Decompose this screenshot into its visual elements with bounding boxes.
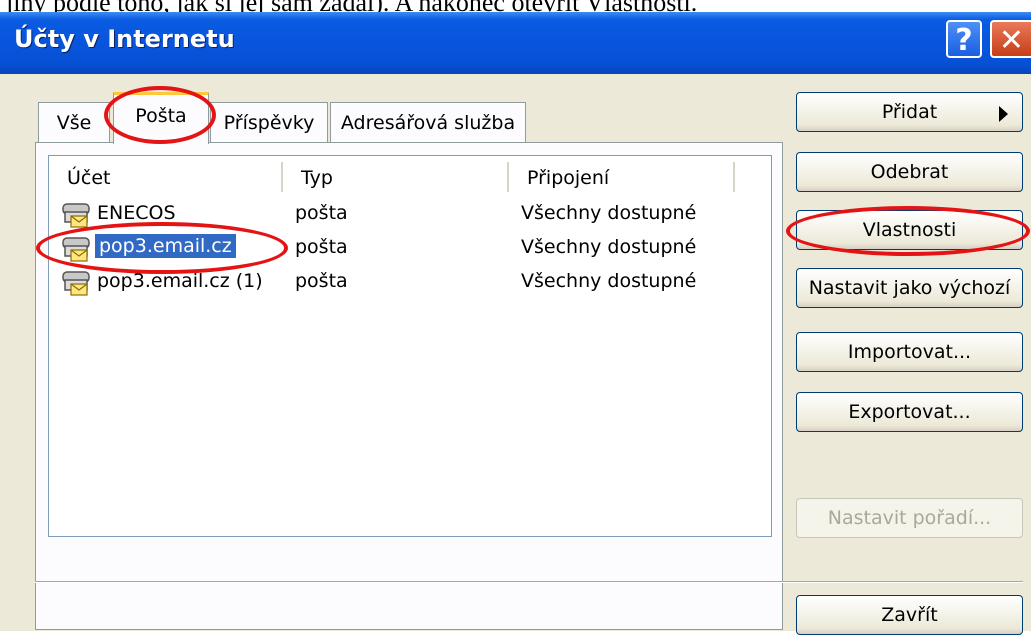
column-header-type[interactable]: Typ: [283, 156, 508, 196]
account-name: ENECOS: [97, 202, 176, 224]
account-name: pop3.email.cz (1): [97, 270, 263, 292]
account-type: pošta: [295, 236, 348, 258]
window-title: Účty v Internetu: [14, 25, 235, 53]
title-bar[interactable]: Účty v Internetu ? ✕: [0, 12, 1031, 74]
table-row[interactable]: pop3.email.cz (1) pošta Všechny dostupné: [49, 266, 769, 300]
add-button[interactable]: Přidat: [796, 92, 1023, 132]
import-button[interactable]: Importovat...: [796, 332, 1023, 372]
account-name-selected: pop3.email.cz: [95, 234, 236, 258]
accounts-list[interactable]: Účet Typ Připojení ENECOS pošta Všechny …: [48, 155, 772, 537]
mail-account-icon: [62, 237, 90, 262]
tab-mail[interactable]: Pošta: [113, 92, 209, 144]
set-default-button[interactable]: Nastavit jako výchozí: [796, 268, 1023, 308]
mail-account-icon: [62, 203, 90, 228]
add-button-label: Přidat: [881, 101, 938, 123]
column-header-connection[interactable]: Připojení: [509, 156, 734, 196]
remove-button[interactable]: Odebrat: [796, 152, 1023, 192]
account-type: pošta: [295, 270, 348, 292]
account-connection: Všechny dostupné: [521, 202, 697, 224]
table-row[interactable]: pop3.email.cz pošta Všechny dostupné: [49, 232, 769, 266]
close-window-button[interactable]: ✕: [990, 20, 1031, 58]
submenu-arrow-icon: [999, 106, 1008, 122]
mail-account-icon: [62, 271, 90, 296]
close-button[interactable]: Zavřít: [796, 595, 1023, 635]
table-row[interactable]: ENECOS pošta Všechny dostupné: [49, 198, 769, 232]
tab-directory-service[interactable]: Adresářová služba: [330, 102, 526, 142]
properties-button[interactable]: Vlastnosti: [796, 210, 1023, 250]
accounts-dialog: Účty v Internetu ? ✕ Vše Pošta Příspěvky…: [0, 12, 1031, 635]
divider: [35, 581, 1023, 583]
export-button[interactable]: Exportovat...: [796, 392, 1023, 432]
column-header-account[interactable]: Účet: [49, 156, 284, 196]
account-type: pošta: [295, 202, 348, 224]
account-connection: Všechny dostupné: [521, 236, 697, 258]
account-connection: Všechny dostupné: [521, 270, 697, 292]
tab-all[interactable]: Vše: [38, 102, 110, 142]
tab-news[interactable]: Příspěvky: [210, 102, 328, 142]
set-order-button[interactable]: Nastavit pořadí...: [796, 498, 1023, 538]
column-separator[interactable]: [733, 162, 735, 192]
help-button[interactable]: ?: [946, 20, 982, 58]
